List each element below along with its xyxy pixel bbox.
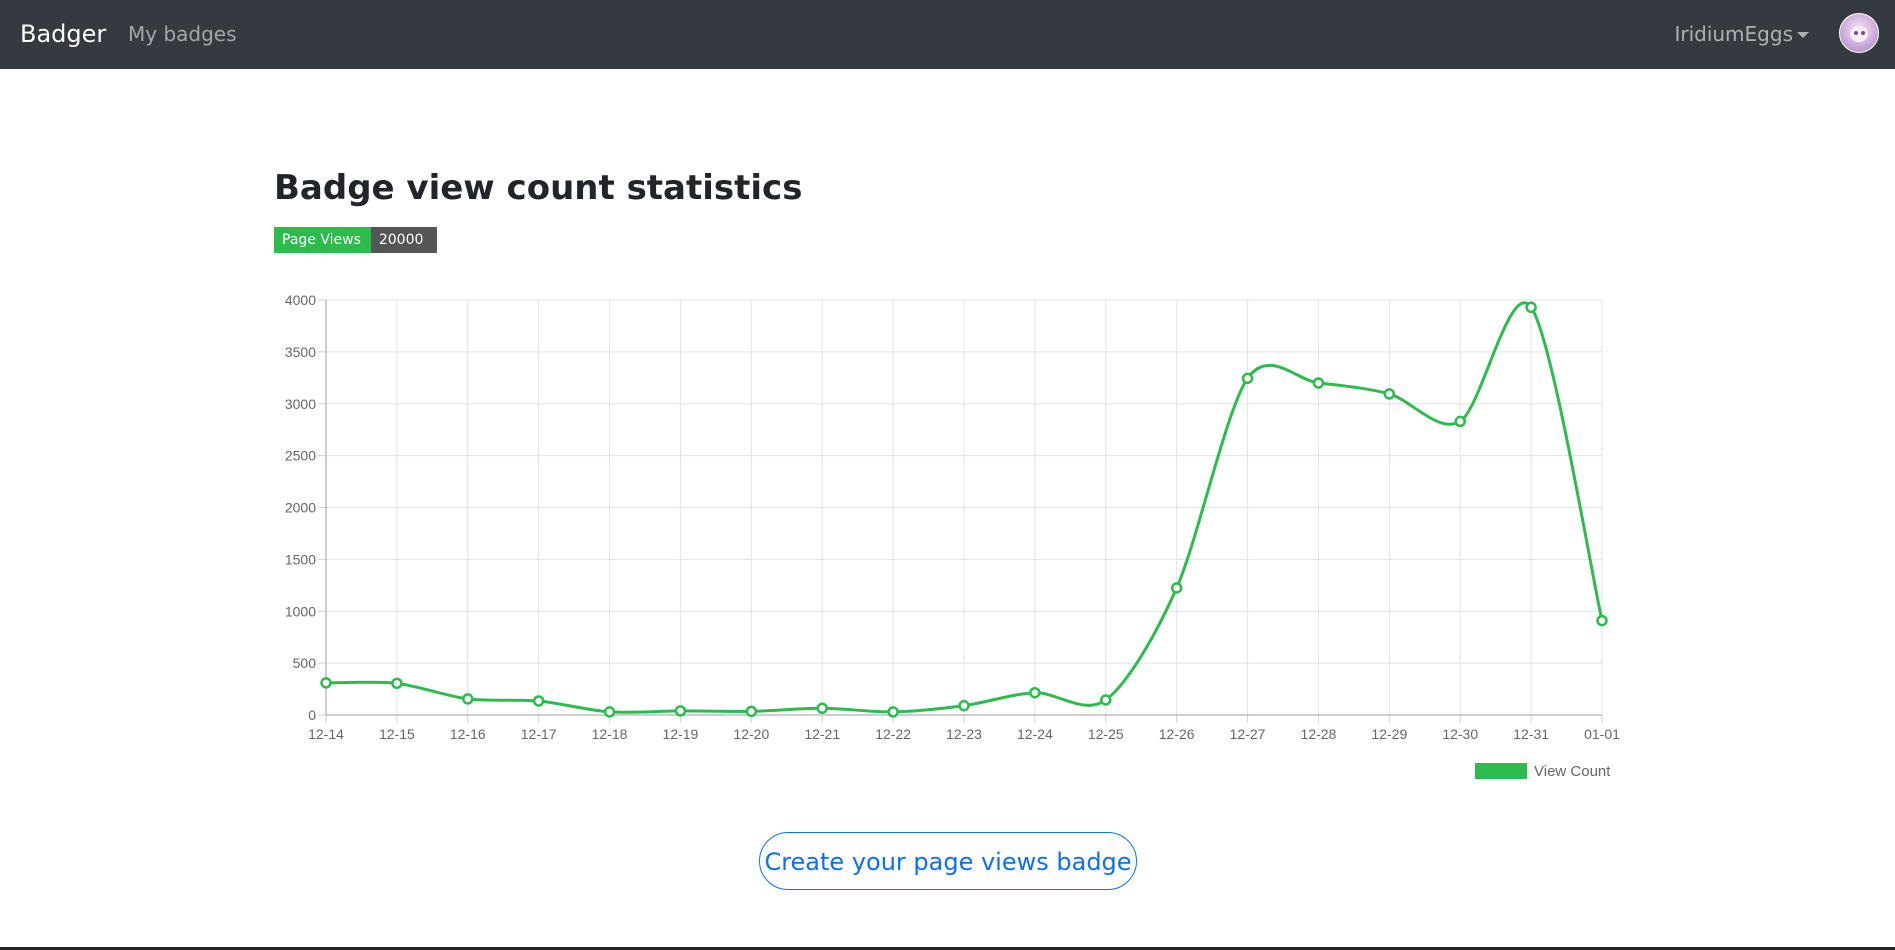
page-title: Badge view count statistics: [274, 168, 803, 208]
data-point: [320, 677, 332, 689]
data-point: [391, 677, 403, 690]
x-tick-label: 12-24: [1017, 726, 1053, 742]
data-point: [1383, 388, 1396, 400]
create-badge-button[interactable]: Create your page views badge: [759, 832, 1137, 890]
data-point: [462, 693, 474, 705]
data-point: [887, 706, 899, 718]
data-point: [816, 702, 828, 715]
x-tick-label: 12-14: [308, 726, 344, 742]
data-point: [1241, 372, 1254, 385]
x-tick-label: 01-01: [1584, 726, 1620, 742]
x-tick-label: 12-29: [1371, 726, 1407, 742]
x-tick-label: 12-22: [875, 726, 911, 742]
data-point: [674, 705, 687, 717]
avatar-face: [1850, 26, 1868, 42]
data-point: [1100, 694, 1112, 706]
user-menu-toggle[interactable]: IridiumEggs: [1674, 0, 1793, 69]
x-tick-label: 12-16: [450, 726, 486, 742]
data-point: [1312, 377, 1325, 389]
x-tick-label: 12-26: [1159, 726, 1195, 742]
navbar: Badger My badges IridiumEggs: [0, 0, 1895, 69]
brand-link[interactable]: Badger: [20, 0, 106, 69]
avatar[interactable]: [1839, 13, 1879, 53]
y-tick-label: 2500: [285, 448, 316, 464]
y-tick-label: 4000: [285, 292, 316, 308]
data-point: [1596, 614, 1608, 627]
data-point: [603, 706, 616, 718]
view-count-chart: 0 500 1000 1500 2000 2500 3000 3500 4000 12-14 12-…: [285, 292, 1620, 780]
legend-swatch: [1475, 763, 1527, 779]
data-point: [532, 695, 545, 707]
x-tick-label: 12-19: [663, 726, 699, 742]
x-tick-label: 12-31: [1513, 726, 1549, 742]
x-tick-label: 12-18: [592, 726, 628, 742]
x-tick-label: 12-30: [1442, 726, 1478, 742]
y-tick-label: 0: [308, 707, 316, 723]
y-tick-label: 1000: [285, 603, 316, 619]
nav-link-my-badges[interactable]: My badges: [128, 0, 237, 69]
x-tick-label: 12-15: [379, 726, 415, 742]
x-tick-label: 12-28: [1301, 726, 1337, 742]
x-tick-label: 12-17: [521, 726, 557, 742]
data-point: [1525, 301, 1537, 314]
y-tick-label: 3000: [285, 396, 316, 412]
legend-label: View Count: [1534, 763, 1611, 780]
avatar-eye-left: [1854, 31, 1858, 35]
x-tick-label: 12-23: [946, 726, 982, 742]
data-point: [958, 699, 970, 712]
chevron-down-icon[interactable]: [1797, 32, 1809, 38]
x-tick-label: 12-27: [1230, 726, 1266, 742]
y-tick-label: 2000: [285, 500, 316, 516]
data-point: [1170, 582, 1183, 594]
data-point: [1454, 415, 1466, 428]
badge-label: Page Views: [274, 227, 371, 253]
y-tick-label: 1500: [285, 551, 316, 567]
page-views-badge: Page Views 20000: [274, 227, 438, 253]
badge-value: 20000: [370, 227, 438, 253]
data-point: [1029, 686, 1041, 699]
x-tick-label: 12-20: [733, 726, 769, 742]
y-tick-label: 500: [293, 655, 317, 671]
data-point: [745, 705, 758, 718]
avatar-eye-right: [1861, 31, 1865, 35]
y-tick-label: 3500: [285, 344, 316, 360]
x-tick-label: 12-21: [804, 726, 840, 742]
x-tick-label: 12-25: [1088, 726, 1124, 742]
